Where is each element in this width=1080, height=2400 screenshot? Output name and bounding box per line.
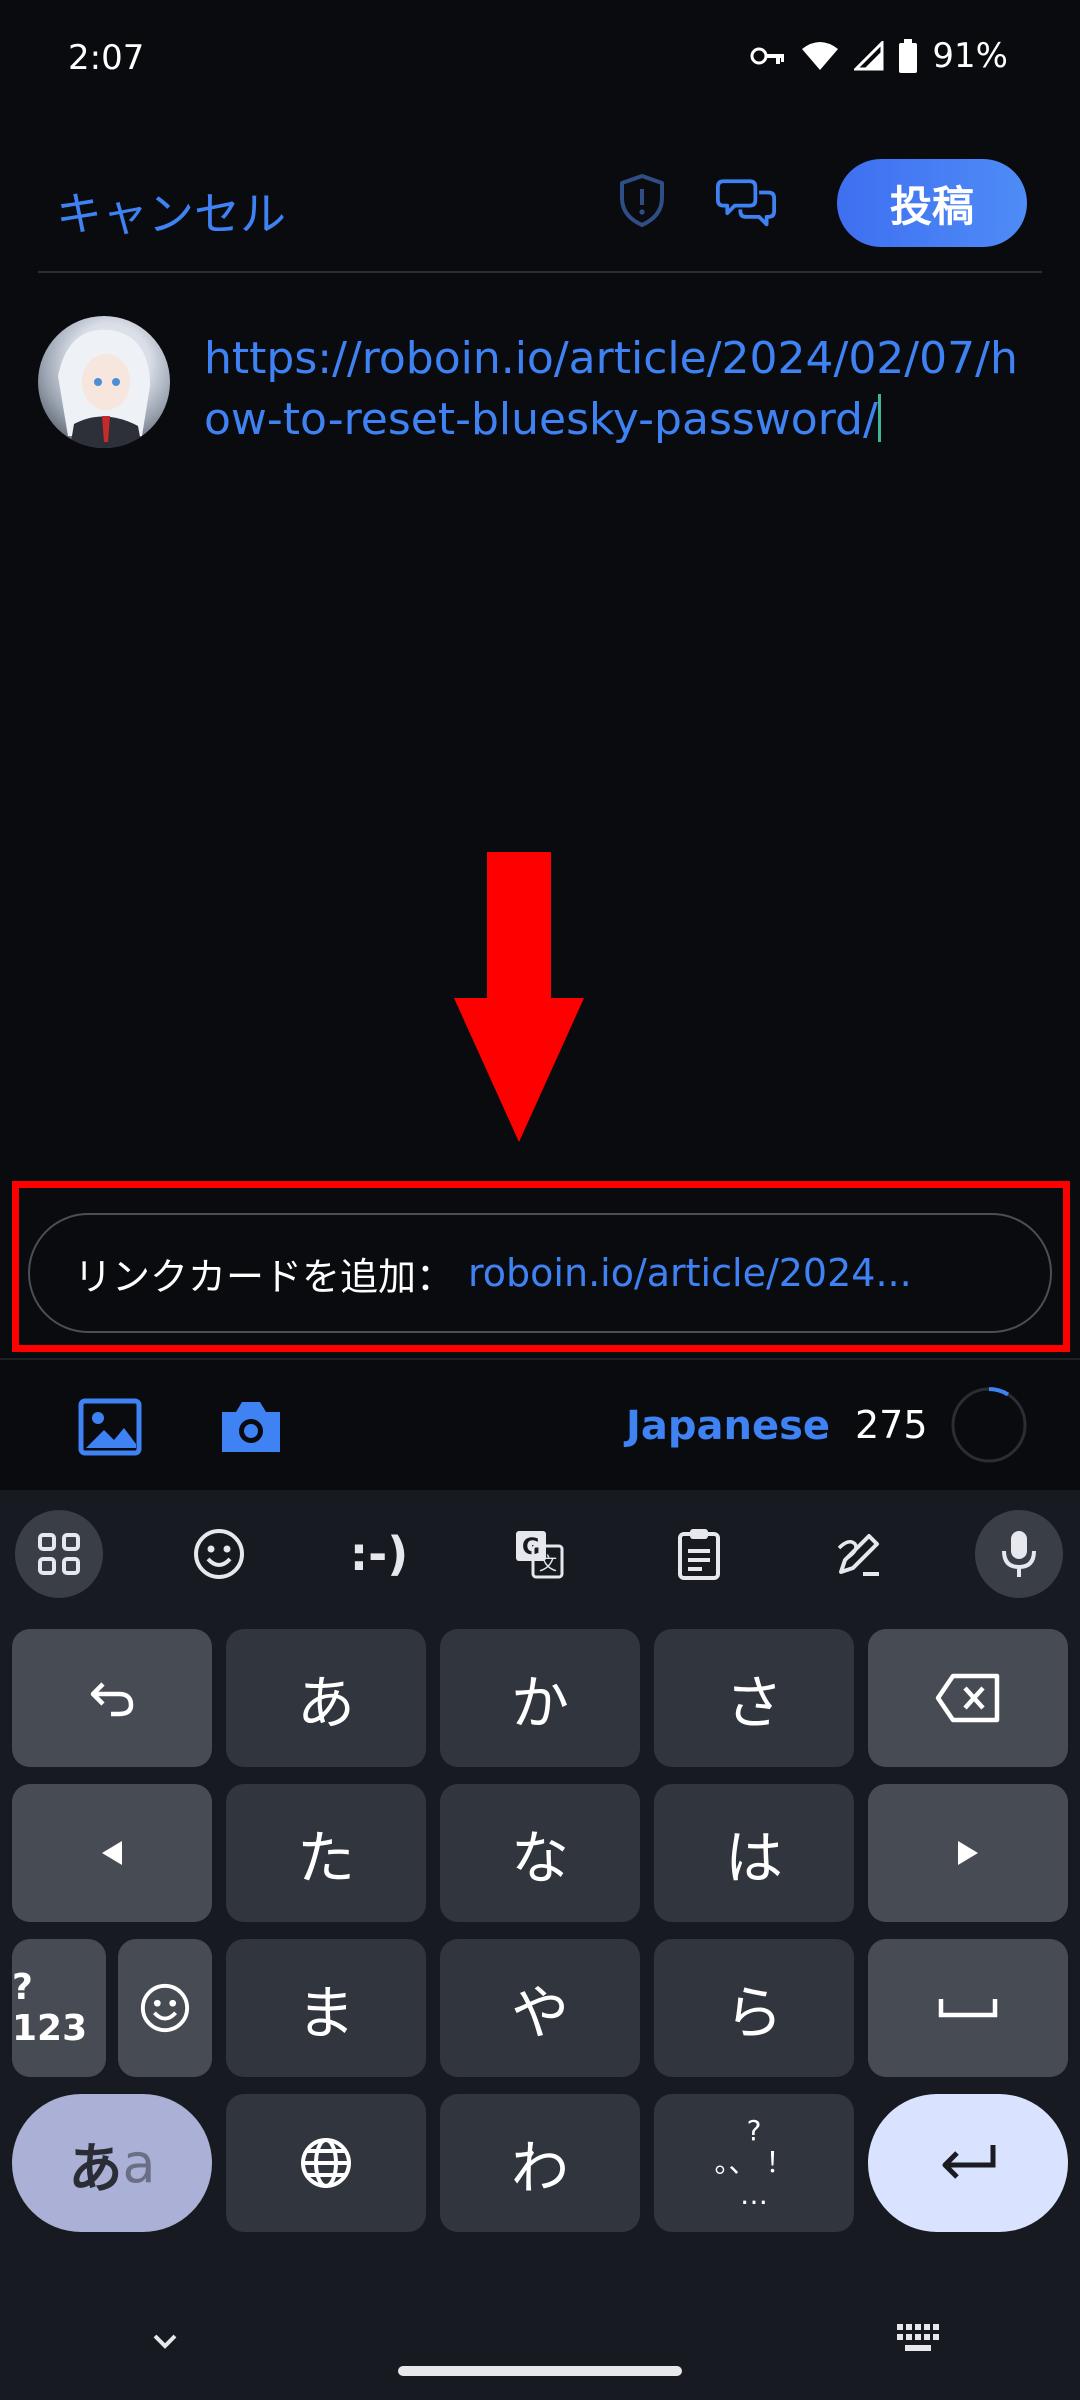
input-mode-kana: あ (68, 2136, 123, 2200)
signal-icon (854, 41, 884, 71)
camera-icon[interactable] (218, 1398, 284, 1456)
arrow-left-icon (102, 1841, 122, 1865)
key-ya[interactable]: や (440, 1939, 640, 2077)
arrow-right-icon (958, 1841, 978, 1865)
post-button[interactable]: 投稿 (837, 159, 1027, 247)
emoticon-button[interactable]: :-) (335, 1510, 423, 1598)
space-key[interactable] (868, 1939, 1068, 2077)
apps-grid-icon[interactable] (15, 1510, 103, 1598)
punct-mid: 。、 ！ (714, 2146, 794, 2179)
space-icon (938, 1999, 998, 2018)
character-progress-ring (951, 1387, 1027, 1463)
key-ta[interactable]: た (226, 1784, 426, 1922)
link-card-url: roboin.io/article/2024... (468, 1251, 912, 1295)
backspace-icon (935, 1673, 1000, 1723)
key-na[interactable]: な (440, 1784, 640, 1922)
thread-chat-icon[interactable] (716, 170, 776, 230)
status-icons: 91% (750, 36, 1008, 76)
punct-bottom: … (740, 2178, 768, 2211)
compose-text: https://roboin.io/article/2024/02/07/how… (204, 333, 1018, 445)
home-indicator[interactable] (398, 2366, 682, 2376)
backspace-key[interactable] (868, 1629, 1068, 1767)
image-icon[interactable] (78, 1398, 142, 1456)
battery-icon (899, 39, 918, 73)
cancel-button[interactable]: キャンセル (56, 178, 286, 244)
hide-keyboard-icon[interactable] (145, 2322, 185, 2362)
enter-key[interactable] (868, 2094, 1068, 2232)
keyboard-switch-icon[interactable] (895, 2320, 941, 2356)
input-mode-latin: a (122, 2131, 156, 2195)
text-cursor (877, 394, 881, 442)
microphone-icon[interactable] (975, 1510, 1063, 1598)
language-selector[interactable]: Japanese (626, 1403, 830, 1449)
status-time: 2:07 (68, 38, 145, 78)
clipboard-icon[interactable] (655, 1510, 743, 1598)
symbols-key[interactable]: ?123 (12, 1939, 106, 2077)
cursor-right-key[interactable] (868, 1784, 1068, 1922)
key-ma[interactable]: ま (226, 1939, 426, 2077)
key-a[interactable]: あ (226, 1629, 426, 1767)
wifi-icon (802, 42, 839, 70)
cursor-left-key[interactable] (12, 1784, 212, 1922)
header-divider (38, 271, 1042, 273)
annotation-arrow-icon (454, 852, 584, 1142)
undo-icon (90, 1682, 134, 1717)
punct-top: ? (746, 2114, 762, 2147)
key-ka[interactable]: か (440, 1629, 640, 1767)
add-link-card-button[interactable]: リンクカードを追加： roboin.io/article/2024... (28, 1213, 1052, 1333)
undo-key[interactable] (12, 1629, 212, 1767)
compose-input[interactable]: https://roboin.io/article/2024/02/07/how… (204, 328, 1024, 450)
emoji-key[interactable] (118, 1939, 212, 2077)
character-count: 275 (855, 1403, 928, 1447)
punctuation-key[interactable]: ? 。、 ！ … (654, 2094, 854, 2232)
globe-icon (301, 2138, 351, 2188)
avatar-illustration (58, 329, 150, 448)
emoji-icon (140, 1983, 190, 2033)
link-card-label: リンクカードを追加： (74, 1254, 455, 1299)
shield-icon[interactable] (612, 170, 672, 230)
input-mode-key[interactable]: あa (12, 2094, 212, 2232)
key-wa[interactable]: わ (440, 2094, 640, 2232)
vpn-key-icon (750, 47, 785, 65)
enter-icon (942, 2145, 996, 2179)
key-sa[interactable]: さ (654, 1629, 854, 1767)
key-ra[interactable]: ら (654, 1939, 854, 2077)
avatar (38, 316, 170, 448)
key-ha[interactable]: は (654, 1784, 854, 1922)
toolbar-divider (0, 1358, 1080, 1360)
svg-text:文: 文 (539, 1554, 557, 1575)
translate-icon[interactable]: G文 (495, 1510, 583, 1598)
emoji-icon[interactable] (175, 1510, 263, 1598)
handwriting-icon[interactable] (815, 1510, 903, 1598)
language-switch-key[interactable] (226, 2094, 426, 2232)
battery-percent: 91% (932, 36, 1008, 76)
